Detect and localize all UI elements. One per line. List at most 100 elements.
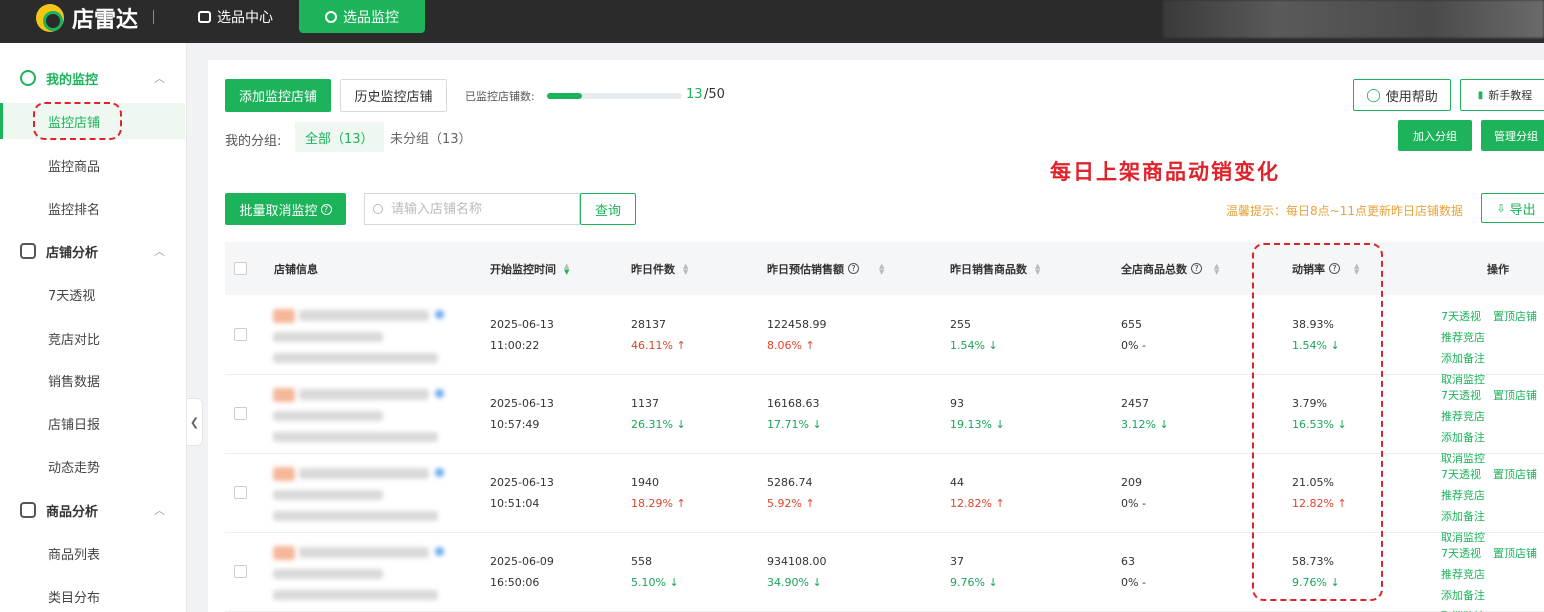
sidebar-collapse-button[interactable]: ❮ [187,398,203,446]
highlight-annotation-box [33,102,122,140]
item-label: 动态走势 [48,460,101,476]
sidebar-item-monitor-products[interactable]: 监控商品 [0,147,185,183]
clipboard-icon [20,502,36,518]
cell-change: 46.11% ↑ [631,339,686,352]
sold-cell: 44 12.82% ↑ [950,472,1005,514]
cell-change: 0% - [1121,576,1146,589]
history-monitor-shop-button[interactable]: 历史监控店铺 [340,79,447,112]
sidebar-item-compare[interactable]: 竞店对比 [0,320,185,356]
batch-cancel-monitor-button[interactable]: 批量取消监控 ? [225,193,346,225]
action-pin-link[interactable]: 置顶店铺 [1493,468,1537,481]
cell-change: 0% - [1121,497,1146,510]
export-button[interactable]: ⇩ 导出 [1481,193,1544,223]
divider [153,10,154,24]
start-time-cell: 2025-06-13 10:57:49 [490,393,554,435]
header-actions: 操作 [1487,242,1509,295]
cell-change: 5.10% ↓ [631,576,679,589]
group-tab-ungrouped[interactable]: 未分组（13） [380,122,482,152]
brand-name: 店雷达 [72,8,139,33]
cell-value: 558 [631,555,652,568]
chevron-up-icon: ︿ [154,504,165,517]
nav-product-monitor[interactable]: 选品监控 [299,0,425,33]
sidebar-item-product-list[interactable]: 商品列表 [0,535,185,571]
sold-cell: 255 1.54% ↓ [950,314,998,356]
query-button[interactable]: 查询 [580,193,636,225]
cell-change: 3.12% ↓ [1121,418,1169,431]
sidebar-group-product-analysis[interactable]: 商品分析 ︿ [0,488,187,532]
sidebar-item-trend[interactable]: 动态走势 [0,448,185,484]
sales-cell: 122458.99 8.06% ↑ [767,314,827,356]
header-yesterday-sales[interactable]: 昨日预估销售额? ▲ ▼ [767,242,884,295]
shop-info-blurred[interactable] [273,463,463,523]
row-checkbox[interactable] [234,328,247,341]
verified-badge [435,547,444,556]
manage-group-button[interactable]: 管理分组 [1481,120,1544,151]
tutorial-label: 新手教程 [1488,89,1533,102]
action-7day-link[interactable]: 7天透视 [1441,389,1481,402]
cell-value: 37 [950,555,964,568]
action-recommend-link[interactable]: 推荐竞店 [1441,568,1485,581]
header-shop-info: 店铺信息 [274,242,318,295]
action-7day-link[interactable]: 7天透视 [1441,468,1481,481]
help-button[interactable]: ◯ 使用帮助 [1353,79,1451,111]
join-group-button[interactable]: 加入分组 [1398,120,1472,151]
row-checkbox[interactable] [234,486,247,499]
cell-value: 44 [950,476,964,489]
start-time-cell: 2025-06-13 10:51:04 [490,472,554,514]
sidebar-item-monitor-ranking[interactable]: 监控排名 [0,190,185,226]
shop-name [299,547,429,558]
action-7day-link[interactable]: 7天透视 [1441,310,1481,323]
action-pin-link[interactable]: 置顶店铺 [1493,547,1537,560]
action-note-link[interactable]: 添加备注 [1441,431,1485,444]
highlight-annotation-box [1252,243,1383,601]
sidebar-group-shop-analysis[interactable]: 店铺分析 ︿ [0,229,187,273]
sold-cell: 93 19.13% ↓ [950,393,1005,435]
header-yesterday-sold-items[interactable]: 昨日销售商品数 ▲ ▼ [950,242,1040,295]
qty-cell: 1137 26.31% ↓ [631,393,686,435]
add-monitor-shop-button[interactable]: 添加监控店铺 [225,79,331,112]
shop-meta [273,590,438,600]
monitor-count-label: 已监控店铺数: [465,90,535,103]
header-start-time[interactable]: 开始监控时间 ▲ ▼ [490,242,569,295]
sidebar-item-daily-report[interactable]: 店铺日报 [0,405,185,441]
select-all-checkbox[interactable] [234,262,247,275]
sort-icon: ▲ ▼ [683,261,689,276]
help-icon: ? [1191,263,1202,274]
header-yesterday-qty[interactable]: 昨日件数 ▲ ▼ [631,242,688,295]
action-pin-link[interactable]: 置顶店铺 [1493,389,1537,402]
shop-name [299,310,429,321]
shop-info-blurred[interactable] [273,542,463,602]
row-checkbox[interactable] [234,407,247,420]
action-note-link[interactable]: 添加备注 [1441,510,1485,523]
action-note-link[interactable]: 添加备注 [1441,589,1485,602]
row-checkbox[interactable] [234,565,247,578]
action-recommend-link[interactable]: 推荐竞店 [1441,331,1485,344]
sidebar-item-sales-data[interactable]: 销售数据 [0,362,185,398]
tutorial-button[interactable]: ▮ 新手教程 [1460,79,1544,111]
action-7day-link[interactable]: 7天透视 [1441,547,1481,560]
cell-value: 2457 [1121,397,1149,410]
header-total-products[interactable]: 全店商品总数? ▲ ▼ [1121,242,1219,295]
sort-icon: ▲ ▼ [879,261,885,276]
cell-change: 34.90% ↓ [767,576,822,589]
cell-change: 9.76% ↓ [950,576,998,589]
brand-logo[interactable]: 店雷达 [36,3,138,33]
shop-info-blurred[interactable] [273,384,463,444]
sidebar-item-7day[interactable]: 7天透视 [0,276,185,312]
group-tab-all[interactable]: 全部（13） [295,122,384,152]
shop-search-input[interactable] [391,201,571,217]
action-pin-link[interactable]: 置顶店铺 [1493,310,1537,323]
action-recommend-link[interactable]: 推荐竞店 [1441,410,1485,423]
sidebar-item-category[interactable]: 类目分布 [0,578,185,612]
action-recommend-link[interactable]: 推荐竞店 [1441,489,1485,502]
cell-value: 93 [950,397,964,410]
sidebar-group-my-monitor[interactable]: 我的监控 ︿ [0,56,187,100]
shop-info-blurred[interactable] [273,305,463,365]
action-note-link[interactable]: 添加备注 [1441,352,1485,365]
cell-value: 209 [1121,476,1142,489]
export-label: 导出 [1509,202,1536,218]
cell-change: 8.06% ↑ [767,339,815,352]
search-icon [373,204,383,214]
nav-product-center[interactable]: 选品中心 [186,0,285,33]
shop-search-field[interactable] [364,193,580,225]
